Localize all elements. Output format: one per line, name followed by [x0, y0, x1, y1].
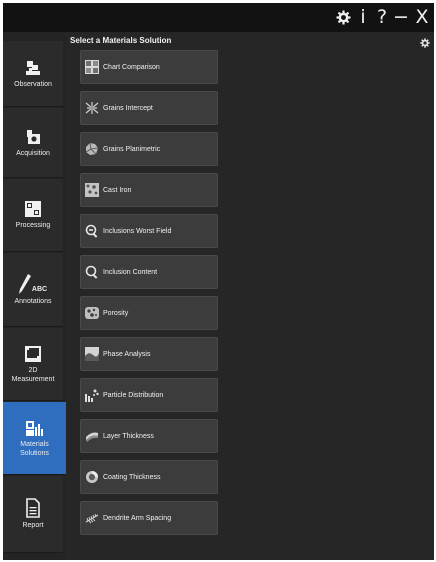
- solution-layer-thickness-button[interactable]: Layer Thickness: [80, 419, 218, 453]
- solution-phase-analysis-button[interactable]: Phase Analysis: [80, 337, 218, 371]
- sidebar-item-2d-measurement[interactable]: 2D Measurement: [3, 328, 63, 401]
- processing-grid-icon: [25, 201, 41, 217]
- solution-grains-intercept-button[interactable]: Grains Intercept: [80, 91, 218, 125]
- sidebar-item-observation[interactable]: Observation: [3, 41, 63, 107]
- solution-chart-comparison-button[interactable]: Chart Comparison: [80, 50, 218, 84]
- solution-label: Coating Thickness: [103, 473, 161, 481]
- solution-label: Grains Intercept: [103, 104, 153, 112]
- microscope-icon: [26, 60, 40, 75]
- main-panel: Select a Materials Solution Chart Compar…: [66, 32, 434, 560]
- annotation-icon-text: ABC: [31, 285, 48, 293]
- sidebar-item-acquisition[interactable]: Acquisition: [3, 108, 63, 178]
- sidebar-item-label: Annotations: [14, 297, 52, 305]
- solution-label: Layer Thickness: [103, 432, 154, 440]
- solution-coating-thickness-button[interactable]: Coating Thickness: [80, 460, 218, 494]
- sidebar-item-report[interactable]: Report: [3, 476, 63, 553]
- solution-label: Grains Planimetric: [103, 145, 161, 153]
- layer-thickness-icon: [86, 432, 98, 442]
- gear-icon: [420, 38, 430, 48]
- coating-thickness-icon: [86, 471, 98, 483]
- solution-dendrite-arm-spacing-button[interactable]: Dendrite Arm Spacing: [80, 501, 218, 535]
- sidebar-item-label: Acquisition: [16, 149, 50, 157]
- phase-analysis-icon: [85, 347, 99, 361]
- minimize-button[interactable]: −: [393, 4, 409, 30]
- solution-label: Particle Distribution: [103, 391, 164, 399]
- sidebar-item-materials-solutions[interactable]: Materials Solutions: [3, 402, 66, 475]
- close-button[interactable]: X: [413, 4, 431, 30]
- camera-icon: [27, 129, 40, 144]
- solution-cast-iron-button[interactable]: Cast Iron: [80, 173, 218, 207]
- sidebar-item-label: Report: [22, 522, 44, 529]
- porosity-icon: [85, 307, 99, 319]
- solution-label: Phase Analysis: [103, 350, 151, 358]
- sidebar-item-label-line1: Materials: [20, 440, 49, 448]
- solution-label: Porosity: [103, 309, 129, 317]
- particle-distribution-icon: [85, 389, 99, 402]
- solution-label: Inclusions Worst Field: [103, 227, 172, 235]
- materials-chart-icon: [25, 420, 43, 436]
- solution-porosity-button[interactable]: Porosity: [80, 296, 218, 330]
- sidebar-item-label-line1: 2D: [28, 366, 38, 374]
- chart-comparison-icon: [85, 60, 99, 74]
- annotation-pen-icon: ABC: [18, 273, 48, 294]
- sidebar-item-processing[interactable]: Processing: [3, 179, 63, 252]
- sidebar-item-label: Processing: [15, 222, 51, 229]
- settings-button[interactable]: [333, 4, 353, 30]
- sidebar-item-label-line2: Solutions: [20, 449, 49, 457]
- solution-label: Chart Comparison: [103, 63, 160, 71]
- info-button[interactable]: i: [356, 4, 370, 30]
- help-button[interactable]: ?: [374, 4, 390, 30]
- solution-label: Cast Iron: [103, 186, 132, 194]
- sidebar-item-label-line2: Measurement: [11, 375, 55, 383]
- sidebar: Observation Acquisition Processing ABC A…: [3, 32, 66, 560]
- cast-iron-icon: [85, 183, 99, 197]
- measurement-icon: [25, 345, 41, 362]
- page-title: Select a Materials Solution: [70, 36, 172, 45]
- dendrite-arm-spacing-icon: [85, 513, 99, 524]
- solution-particle-distribution-button[interactable]: Particle Distribution: [80, 378, 218, 412]
- solution-inclusions-worst-field-button[interactable]: Inclusions Worst Field: [80, 214, 218, 248]
- grains-intercept-icon: [85, 102, 99, 114]
- inclusions-worst-field-icon: [85, 224, 98, 238]
- solution-label: Dendrite Arm Spacing: [103, 514, 172, 522]
- solution-label: Inclusion Content: [103, 268, 158, 276]
- application-window: i ? − X Observation Acquisition Processi…: [3, 3, 434, 560]
- solution-grains-planimetric-button[interactable]: Grains Planimetric: [80, 132, 218, 166]
- panel-settings-button[interactable]: [420, 35, 430, 53]
- grains-planimetric-icon: [85, 142, 99, 155]
- document-icon: [26, 498, 40, 518]
- title-bar: i ? − X: [3, 3, 434, 32]
- gear-icon: [335, 9, 351, 25]
- inclusion-content-icon: [85, 265, 98, 279]
- sidebar-item-annotations[interactable]: ABC Annotations: [3, 253, 63, 327]
- solution-inclusion-content-button[interactable]: Inclusion Content: [80, 255, 218, 289]
- sidebar-item-label: Observation: [14, 80, 52, 88]
